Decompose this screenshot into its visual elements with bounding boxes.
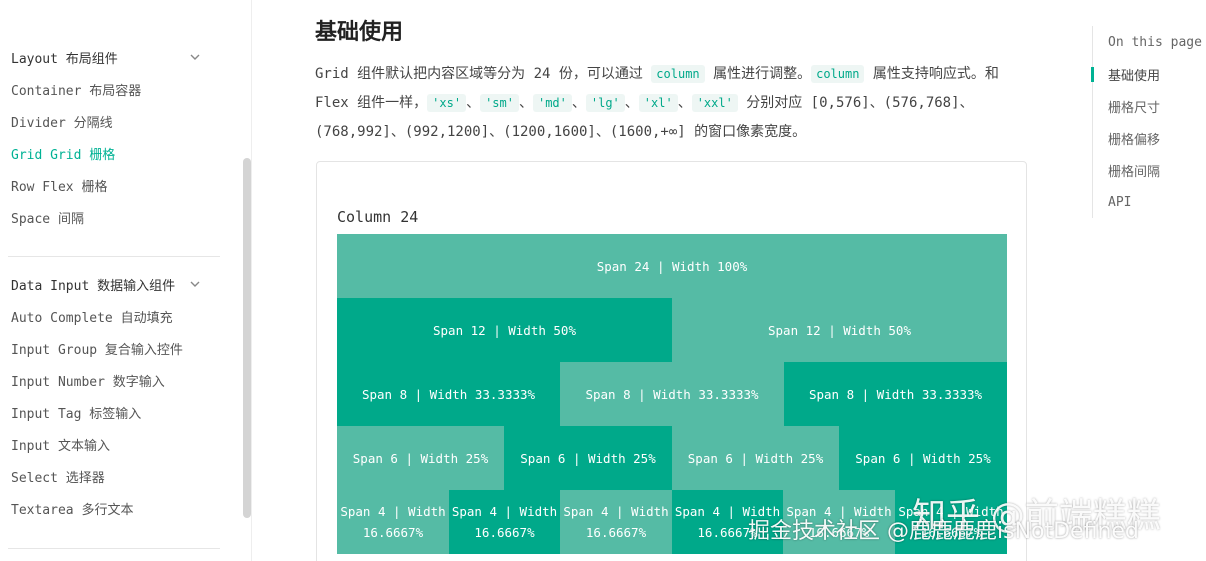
grid-col: Span 8 | Width 33.3333% [560,362,784,426]
inline-code: 'xs' [427,94,467,112]
sidebar-item-divider[interactable]: Divider 分隔线 [0,105,232,137]
sidebar-item-input-group[interactable]: Input Group 复合输入控件 [0,332,232,364]
section-description: Grid 组件默认把内容区域等分为 24 份，可以通过 column 属性进行调… [315,60,1027,147]
inline-code: 'sm' [480,94,519,112]
grid-demo: Span 24 | Width 100% Span 12 | Width 50%… [337,234,1007,554]
inline-code: column [651,65,705,83]
sidebar-nav: Layout 布局组件 Container 布局容器 Divider 分隔线 G… [0,0,252,561]
grid-col: Span 4 | Width 16.6667% [560,490,672,554]
inline-code: column [811,65,865,83]
separator: 、 [518,95,533,111]
inline-code: 'lg' [585,94,625,112]
sidebar-group-input: Data Input 数据输入组件 Auto Complete 自动填充 Inp… [0,268,232,524]
sidebar-item-container[interactable]: Container 布局容器 [0,73,232,105]
separator: 、 [677,95,692,111]
toc-item-api[interactable]: API [1093,186,1202,218]
grid-row-span-12: Span 12 | Width 50% Span 12 | Width 50% [337,298,1007,362]
grid-col: Span 8 | Width 33.3333% [784,362,1007,426]
inline-code: 'md' [532,94,572,112]
sidebar-item-textarea[interactable]: Textarea 多行文本 [0,492,232,524]
sidebar-item-input-tag[interactable]: Input Tag 标签输入 [0,396,232,428]
sidebar-divider [8,256,220,257]
sidebar-divider [8,548,220,549]
toc-item-gutter[interactable]: 栅格间隔 [1093,154,1202,186]
toc-item-size[interactable]: 栅格尺寸 [1093,90,1202,122]
watermark-juejin: 掘金技术社区 @鹿鹿鹿鹿isNotDefined [748,519,1139,544]
toc-title: On this page [1108,34,1202,50]
grid-col: Span 6 | Width 25% [337,426,504,490]
toc-item-basic[interactable]: 基础使用 [1091,58,1202,90]
grid-col: Span 24 | Width 100% [337,234,1007,298]
main-content: 基础使用 Grid 组件默认把内容区域等分为 24 份，可以通过 column … [252,0,1087,561]
grid-row-span-6: Span 6 | Width 25% Span 6 | Width 25% Sp… [337,426,1007,490]
group-label: Data Input 数据输入组件 [11,278,176,294]
sidebar-item-row-flex[interactable]: Row Flex 栅格 [0,169,232,201]
grid-col: Span 4 | Width 16.6667% [337,490,449,554]
grid-col: Span 6 | Width 25% [839,426,1007,490]
sidebar-item-space[interactable]: Space 间隔 [0,201,232,233]
grid-col: Span 8 | Width 33.3333% [337,362,560,426]
separator: 、 [624,95,639,111]
toc-item-offset[interactable]: 栅格偏移 [1093,122,1202,154]
sidebar-group-header-layout[interactable]: Layout 布局组件 [0,41,232,73]
chevron-down-icon [190,54,200,60]
desc-text: Grid 组件默认把内容区域等分为 24 份，可以通过 [315,66,652,82]
sidebar-item-select[interactable]: Select 选择器 [0,460,232,492]
sidebar-item-auto-complete[interactable]: Auto Complete 自动填充 [0,300,232,332]
grid-col: Span 12 | Width 50% [337,298,672,362]
group-label: Layout 布局组件 [11,51,118,67]
grid-col: Span 4 | Width 16.6667% [449,490,560,554]
grid-col: Span 12 | Width 50% [672,298,1007,362]
desc-text: 属性进行调整。 [704,66,812,82]
sidebar-group-header-input[interactable]: Data Input 数据输入组件 [0,268,232,300]
grid-row-span-24: Span 24 | Width 100% [337,234,1007,298]
sidebar-item-input-number[interactable]: Input Number 数字输入 [0,364,232,396]
toc-panel: On this page 基础使用 栅格尺寸 栅格偏移 栅格间隔 API [1091,26,1202,218]
grid-col: Span 6 | Width 25% [672,426,839,490]
chevron-down-icon [190,281,200,287]
section-heading: 基础使用 [315,20,404,45]
grid-col: Span 6 | Width 25% [504,426,672,490]
inline-code: 'xl' [638,94,678,112]
sidebar-scrollbar[interactable] [243,158,251,518]
separator: 、 [571,95,586,111]
separator: 、 [466,95,481,111]
inline-code: 'xxl' [691,94,738,112]
demo-title: Column 24 [337,208,419,226]
sidebar-item-grid[interactable]: Grid Grid 栅格 [0,137,232,169]
sidebar-group-layout: Layout 布局组件 Container 布局容器 Divider 分隔线 G… [0,41,232,233]
grid-row-span-8: Span 8 | Width 33.3333% Span 8 | Width 3… [337,362,1007,426]
sidebar-item-input[interactable]: Input 文本输入 [0,428,232,460]
